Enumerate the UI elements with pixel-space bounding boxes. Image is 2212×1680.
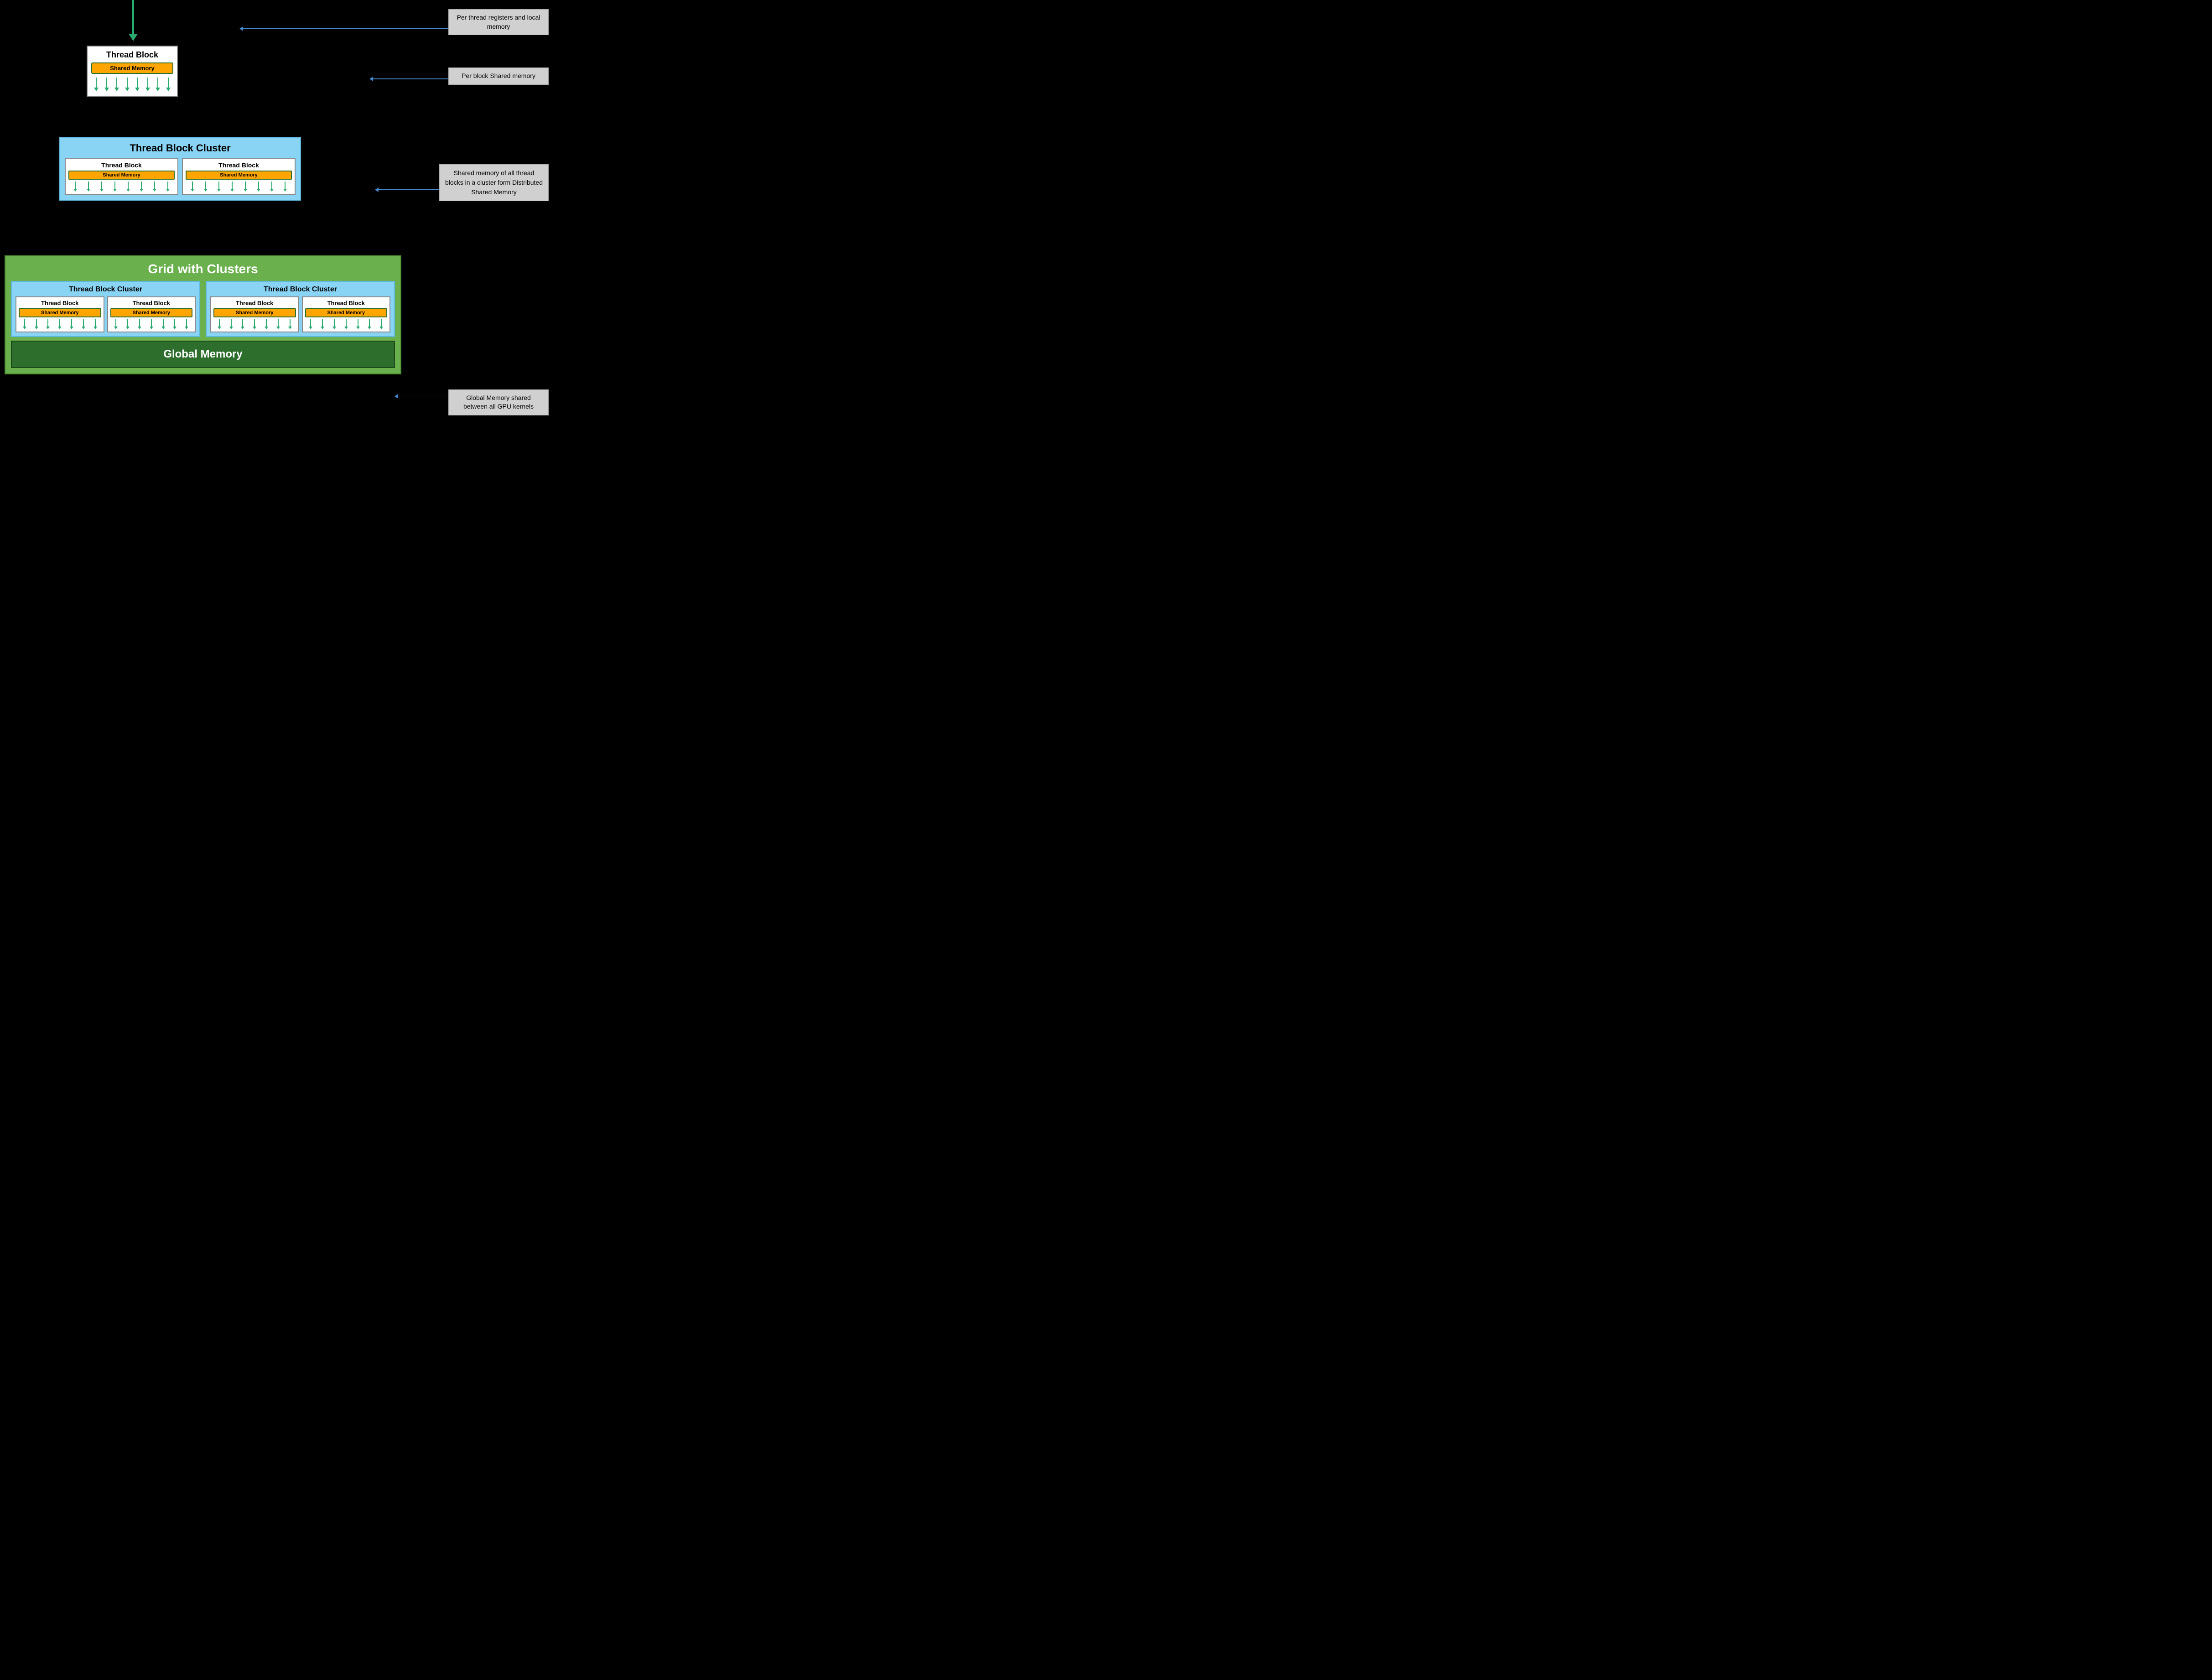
global-memory-bar: Global Memory — [11, 341, 395, 368]
main-diagram: Per thread registers and local memory Th… — [0, 0, 553, 420]
arrow-head — [129, 34, 138, 41]
main-down-arrow — [129, 0, 138, 41]
annotation-distributed: Shared memory of all thread blocks in a … — [439, 164, 549, 201]
annotation-global: Global Memory shared between all GPU ker… — [448, 389, 549, 415]
arrow-distributed — [379, 189, 439, 190]
grid-box: Grid with Clusters Thread Block Cluster … — [5, 255, 401, 374]
grid-c1-tb2: Thread Block Shared Memory — [107, 296, 196, 332]
cluster-mid-tb1: Thread Block Shared Memory — [65, 158, 178, 195]
single-tb-title: Thread Block — [91, 50, 173, 60]
thread-7 — [156, 78, 160, 91]
thread-5 — [135, 78, 140, 91]
single-tb-threads — [91, 77, 173, 92]
thread-6 — [145, 78, 150, 91]
cluster-mid-tb2: Thread Block Shared Memory — [182, 158, 296, 195]
arrow-per-thread — [243, 28, 448, 29]
grid-c1-tb1: Thread Block Shared Memory — [16, 296, 104, 332]
cluster-mid-title: Thread Block Cluster — [65, 142, 296, 154]
single-thread-block: Thread Block Shared Memory — [87, 46, 178, 97]
thread-1 — [94, 78, 99, 91]
cluster-box-mid: Thread Block Cluster Thread Block Shared… — [59, 137, 301, 201]
thread-2 — [104, 78, 109, 91]
global-memory-label: Global Memory — [163, 348, 242, 360]
grid-cluster-1: Thread Block Cluster Thread Block Shared… — [11, 281, 200, 337]
grid-cluster-2: Thread Block Cluster Thread Block Shared… — [206, 281, 395, 337]
cluster-mid-inner: Thread Block Shared Memory Thread Block … — [65, 158, 296, 195]
thread-4 — [125, 78, 130, 91]
arrow-line-segment — [132, 0, 134, 34]
annotation-per-block: Per block Shared memory — [448, 67, 549, 85]
arrow-per-block — [373, 78, 448, 79]
grid-c2-tb2: Thread Block Shared Memory — [302, 296, 391, 332]
thread-8 — [166, 78, 171, 91]
grid-title: Grid with Clusters — [11, 262, 395, 276]
annotation-per-thread: Per thread registers and local memory — [448, 9, 549, 35]
thread-3 — [114, 78, 119, 91]
single-tb-shared-mem: Shared Memory — [91, 62, 173, 74]
grid-clusters-row: Thread Block Cluster Thread Block Shared… — [11, 281, 395, 337]
grid-c2-tb1: Thread Block Shared Memory — [210, 296, 299, 332]
arrow-global — [398, 396, 448, 397]
